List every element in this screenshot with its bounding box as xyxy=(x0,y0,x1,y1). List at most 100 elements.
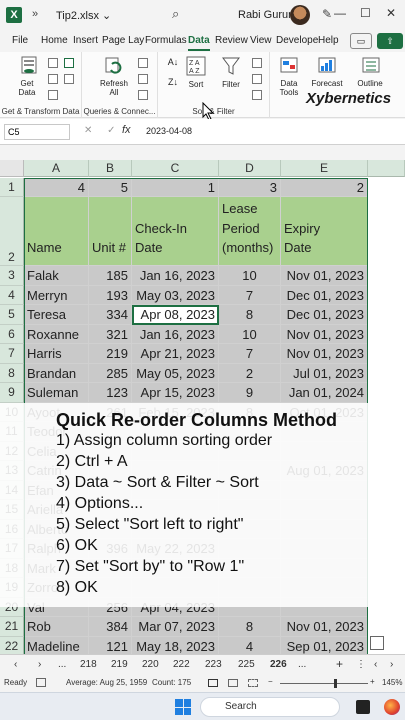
table-cell[interactable]: 193 xyxy=(89,285,132,305)
outline-button[interactable]: Outline xyxy=(352,79,388,88)
table-cell[interactable]: Jul 01, 2023 xyxy=(281,363,368,383)
clear-filter-icon[interactable] xyxy=(252,58,262,68)
edit-links-icon[interactable] xyxy=(138,90,148,100)
row-header[interactable]: 21 xyxy=(0,617,24,637)
zoom-slider[interactable] xyxy=(280,683,368,684)
terminal-app-icon[interactable] xyxy=(356,700,370,714)
from-table-icon[interactable] xyxy=(48,74,58,84)
table-cell[interactable]: Dec 01, 2023 xyxy=(281,285,368,305)
row-header[interactable]: 1 xyxy=(0,178,24,197)
sort-a-z-icon[interactable]: A↓ xyxy=(166,58,180,67)
table-cell[interactable]: 5 xyxy=(89,178,132,197)
sheet-more-button[interactable]: ... xyxy=(298,659,306,670)
accessibility-icon[interactable] xyxy=(36,678,46,687)
sheet-tab[interactable]: 222 xyxy=(173,659,190,670)
tab-file[interactable]: File xyxy=(12,35,28,46)
formula-cancel-confirm[interactable]: ✕ ✓ xyxy=(84,125,122,136)
sheet-tab[interactable]: 219 xyxy=(111,659,128,670)
name-box[interactable]: C5 xyxy=(4,124,70,140)
share-button[interactable]: ⇧ xyxy=(377,33,403,49)
table-cell[interactable]: Rob xyxy=(24,617,89,637)
header-cell[interactable]: Expiry Date xyxy=(281,197,368,266)
file-name-dropdown[interactable]: Tip2.xlsx ⌄ xyxy=(56,9,111,22)
sheet-tab[interactable]: 220 xyxy=(142,659,159,670)
table-cell[interactable]: 185 xyxy=(89,266,132,286)
page-break-view-icon[interactable] xyxy=(248,679,258,687)
table-cell[interactable]: Jan 01, 2024 xyxy=(281,383,368,403)
table-cell[interactable]: Roxanne xyxy=(24,324,89,344)
table-cell[interactable]: Suleman xyxy=(24,383,89,403)
advanced-filter-icon[interactable] xyxy=(252,90,262,100)
scroll-left-button[interactable]: ‹ xyxy=(374,659,377,670)
table-cell[interactable]: 4 xyxy=(24,178,89,197)
filter-button[interactable]: Filter xyxy=(220,80,242,89)
tab-home[interactable]: Home xyxy=(41,35,68,46)
reapply-icon[interactable] xyxy=(252,74,262,84)
row-header[interactable]: 9 xyxy=(0,383,24,403)
table-cell[interactable]: 4 xyxy=(219,636,281,654)
sheet-nav-next-button[interactable]: › xyxy=(38,659,41,670)
zoom-slider-handle[interactable] xyxy=(334,679,337,688)
avatar[interactable] xyxy=(290,5,310,25)
table-cell[interactable]: 8 xyxy=(219,617,281,637)
minimize-button[interactable]: — xyxy=(334,6,346,20)
sort-z-a-icon[interactable]: Z↓ xyxy=(166,78,180,87)
header-cell[interactable]: Unit # xyxy=(89,197,132,266)
quick-access-overflow-button[interactable]: » xyxy=(32,8,38,20)
tab-formulas[interactable]: Formulas xyxy=(145,35,187,46)
column-header-b[interactable]: B xyxy=(89,160,132,177)
table-cell[interactable]: 121 xyxy=(89,636,132,654)
table-cell[interactable]: Apr 08, 2023 xyxy=(132,305,219,325)
properties-icon[interactable] xyxy=(138,74,148,84)
table-cell[interactable]: 334 xyxy=(89,305,132,325)
status-count[interactable]: Count: 175 xyxy=(152,678,191,687)
table-cell[interactable]: 219 xyxy=(89,344,132,364)
add-sheet-button[interactable]: + xyxy=(336,657,343,671)
tab-review[interactable]: Review xyxy=(215,35,248,46)
page-layout-view-icon[interactable] xyxy=(228,679,238,687)
row-header[interactable]: 3 xyxy=(0,266,24,286)
table-cell[interactable]: Nov 01, 2023 xyxy=(281,617,368,637)
zoom-in-button[interactable]: + xyxy=(370,677,375,686)
row-header[interactable]: 5 xyxy=(0,305,24,325)
get-data-button[interactable]: Get Data xyxy=(12,79,42,97)
table-cell[interactable]: Madeline xyxy=(24,636,89,654)
column-header-d[interactable]: D xyxy=(219,160,281,177)
tab-data[interactable]: Data xyxy=(188,35,210,51)
queries-connections-icon[interactable] xyxy=(138,58,148,68)
table-cell[interactable]: 7 xyxy=(219,344,281,364)
sheet-tab[interactable]: 218 xyxy=(80,659,97,670)
table-cell[interactable]: Nov 01, 2023 xyxy=(281,344,368,364)
table-cell[interactable]: 2 xyxy=(219,363,281,383)
table-cell[interactable]: 1 xyxy=(132,178,219,197)
table-cell[interactable]: Harris xyxy=(24,344,89,364)
table-cell[interactable]: 321 xyxy=(89,324,132,344)
insert-function-button[interactable]: fx xyxy=(122,124,131,136)
sort-button[interactable]: Sort xyxy=(185,80,207,89)
table-cell[interactable]: 10 xyxy=(219,266,281,286)
tab-developer[interactable]: Develope xyxy=(276,35,318,46)
column-header-a[interactable]: A xyxy=(24,160,89,177)
existing-connections-icon[interactable] xyxy=(48,90,58,100)
pen-icon[interactable]: ✎ xyxy=(322,7,332,21)
data-tools-button[interactable]: Data Tools xyxy=(272,79,306,97)
select-all-button[interactable] xyxy=(0,160,24,177)
table-cell[interactable]: 3 xyxy=(219,178,281,197)
table-cell[interactable]: May 03, 2023 xyxy=(132,285,219,305)
row-header[interactable]: 4 xyxy=(0,285,24,305)
table-cell[interactable]: Apr 15, 2023 xyxy=(132,383,219,403)
zoom-out-button[interactable]: − xyxy=(268,677,273,686)
from-text-icon[interactable] xyxy=(48,58,58,68)
table-cell[interactable]: Nov 01, 2023 xyxy=(281,266,368,286)
from-web-icon[interactable] xyxy=(64,58,74,68)
table-cell[interactable]: Mar 07, 2023 xyxy=(132,617,219,637)
scroll-right-button[interactable]: › xyxy=(390,659,393,670)
table-cell[interactable]: 384 xyxy=(89,617,132,637)
quick-analysis-icon[interactable] xyxy=(370,636,384,650)
tab-page-layout[interactable]: Page Lay xyxy=(102,35,144,46)
normal-view-icon[interactable] xyxy=(208,679,218,687)
table-cell[interactable]: Jan 16, 2023 xyxy=(132,266,219,286)
table-cell[interactable]: Brandan xyxy=(24,363,89,383)
formula-input[interactable]: 2023-04-08 xyxy=(146,126,192,136)
sheet-tab-active[interactable]: 226 xyxy=(270,659,287,670)
